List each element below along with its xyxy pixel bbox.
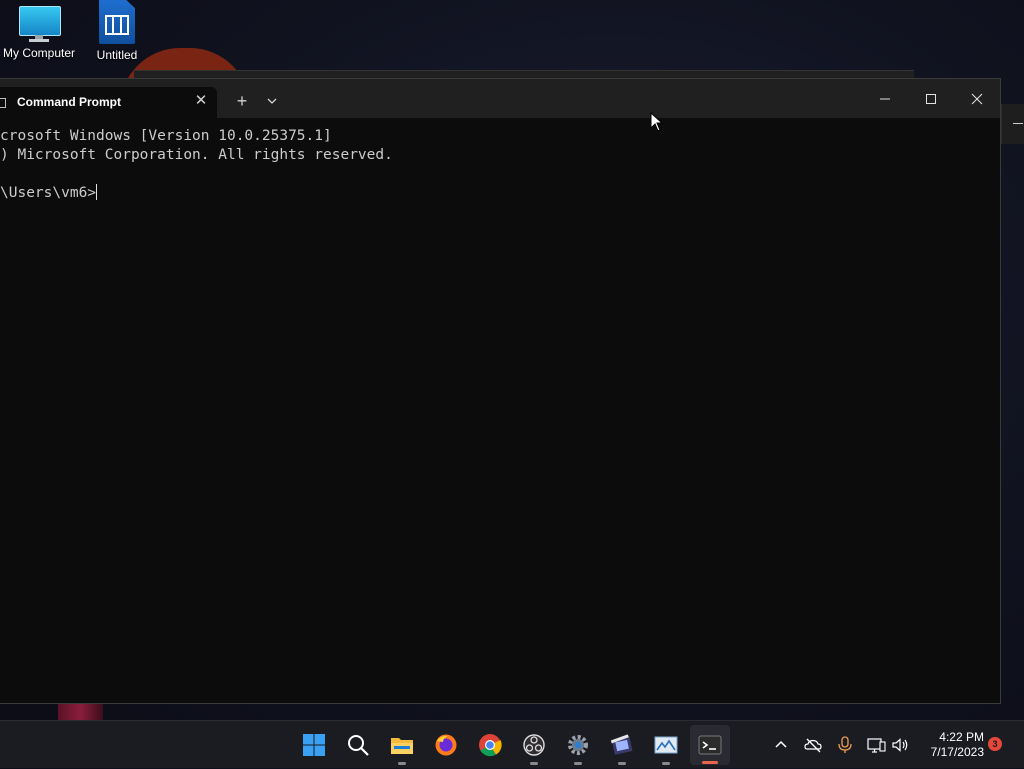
chrome-icon bbox=[479, 734, 502, 757]
text-cursor bbox=[96, 184, 98, 200]
onedrive-offline-icon[interactable] bbox=[803, 735, 823, 755]
clock-time: 4:22 PM bbox=[939, 730, 984, 744]
running-indicator bbox=[618, 762, 626, 765]
microphone-icon[interactable] bbox=[835, 735, 855, 755]
taskbar-chrome[interactable] bbox=[470, 721, 510, 769]
search-icon bbox=[348, 735, 369, 756]
firefox-icon bbox=[435, 734, 457, 756]
tab-close-button[interactable]: ✕ bbox=[192, 92, 210, 110]
chevron-down-icon bbox=[267, 98, 277, 104]
console-prompt-line[interactable]: \Users\vm6> bbox=[0, 184, 1000, 203]
taskbar: 4:22 PM 7/17/2023 3 bbox=[0, 720, 1024, 768]
console-prompt: \Users\vm6> bbox=[0, 185, 97, 201]
minimize-icon bbox=[880, 98, 890, 100]
taskbar-photos[interactable] bbox=[646, 721, 686, 769]
taskbar-obs[interactable] bbox=[514, 721, 554, 769]
clock[interactable]: 4:22 PM 7/17/2023 bbox=[914, 730, 984, 760]
console-line: ) Microsoft Corporation. All rights rese… bbox=[0, 147, 393, 163]
notification-badge[interactable]: 3 bbox=[988, 737, 1002, 751]
desktop-icon-label: My Computer bbox=[2, 46, 76, 60]
volume-icon[interactable] bbox=[890, 735, 910, 755]
running-indicator bbox=[398, 762, 406, 765]
video-file-icon bbox=[99, 0, 135, 44]
desktop-icon-my-computer[interactable]: My Computer bbox=[0, 6, 79, 60]
taskbar-video-editor[interactable] bbox=[602, 721, 642, 769]
running-indicator bbox=[662, 762, 670, 765]
minimize-button[interactable] bbox=[862, 79, 908, 118]
running-indicator bbox=[574, 762, 582, 765]
mouse-pointer-icon bbox=[650, 112, 664, 132]
terminal-icon bbox=[698, 735, 722, 755]
close-icon bbox=[971, 93, 983, 105]
clock-date: 7/17/2023 bbox=[930, 745, 984, 759]
video-editor-icon bbox=[610, 734, 633, 755]
maximize-button[interactable] bbox=[908, 79, 954, 118]
taskbar-file-explorer[interactable] bbox=[382, 721, 422, 769]
desktop-icon-untitled[interactable]: Untitled bbox=[77, 0, 157, 62]
maximize-icon bbox=[926, 94, 936, 104]
network-icon[interactable] bbox=[866, 735, 886, 755]
obs-icon bbox=[523, 734, 545, 756]
title-bar[interactable]: Command Prompt ✕ + bbox=[0, 79, 1000, 118]
folder-icon bbox=[391, 738, 413, 754]
gear-icon bbox=[568, 735, 588, 755]
chevron-up-icon[interactable] bbox=[771, 735, 791, 755]
console-output[interactable]: crosoft Windows [Version 10.0.25375.1] )… bbox=[0, 118, 1000, 704]
windows-start-icon bbox=[303, 734, 325, 756]
search-button[interactable] bbox=[338, 721, 378, 769]
new-tab-button[interactable]: + bbox=[232, 91, 252, 111]
taskbar-firefox[interactable] bbox=[426, 721, 466, 769]
cmd-icon bbox=[0, 98, 6, 108]
terminal-window[interactable]: Command Prompt ✕ + crosoft Windows [Vers… bbox=[0, 78, 1001, 704]
active-indicator bbox=[702, 761, 718, 764]
tab-title: Command Prompt bbox=[17, 95, 122, 109]
tab-dropdown-button[interactable] bbox=[262, 91, 282, 111]
taskbar-settings[interactable] bbox=[558, 721, 598, 769]
start-button[interactable] bbox=[294, 721, 334, 769]
photos-icon bbox=[654, 736, 678, 754]
running-indicator bbox=[530, 762, 538, 765]
computer-icon bbox=[17, 6, 61, 42]
console-line: crosoft Windows [Version 10.0.25375.1] bbox=[0, 128, 332, 144]
desktop-icon-label: Untitled bbox=[96, 48, 138, 62]
close-button[interactable] bbox=[954, 79, 1000, 118]
tab-command-prompt[interactable]: Command Prompt ✕ bbox=[0, 87, 217, 118]
background-window-edge[interactable] bbox=[1001, 104, 1024, 144]
taskbar-terminal[interactable] bbox=[690, 725, 730, 765]
